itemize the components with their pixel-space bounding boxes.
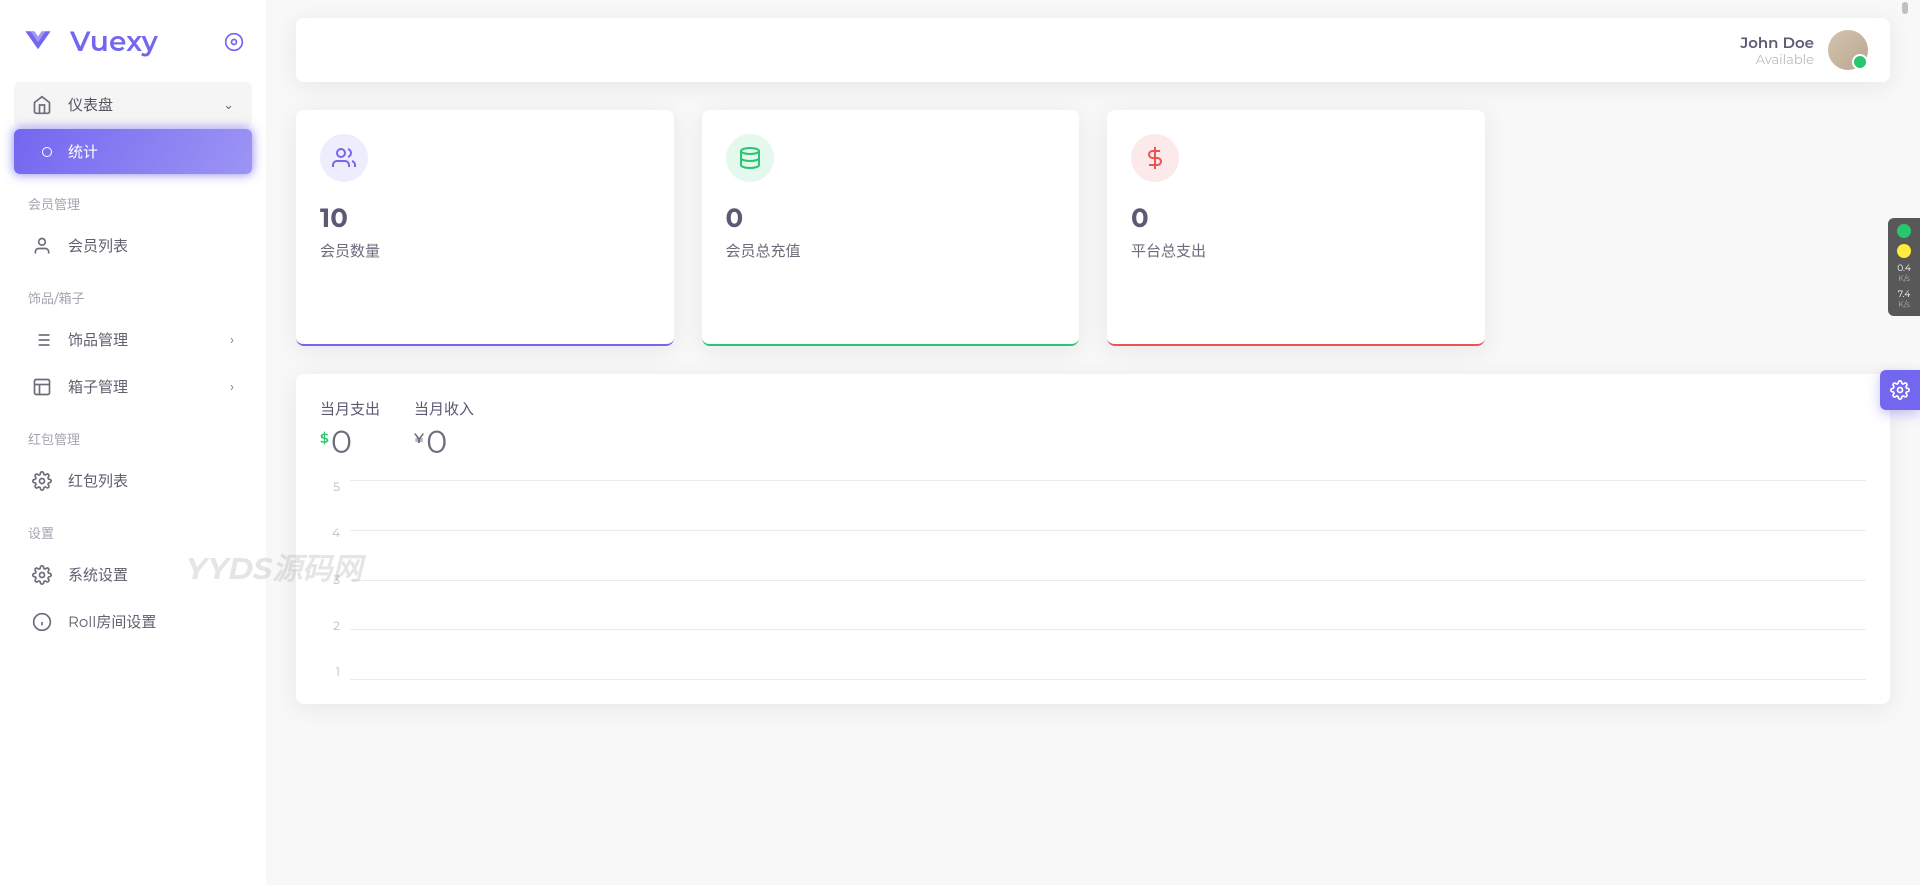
- circle-icon: [42, 147, 52, 157]
- chart-ytick: 5: [320, 480, 340, 495]
- sidebar-item-dashboard[interactable]: 仪表盘 ⌄: [14, 82, 252, 127]
- stat-label: 平台总支出: [1131, 240, 1461, 261]
- sidebar-item-system-settings[interactable]: 系统设置: [14, 552, 252, 597]
- stat-card-members: 10 会员数量: [296, 110, 674, 346]
- revenue-income-value: 0: [426, 423, 447, 462]
- currency-symbol: ¥: [414, 429, 424, 447]
- chart-ytick: 1: [320, 665, 340, 680]
- sidebar-item-roll-room[interactable]: Roll房间设置: [14, 599, 252, 644]
- sidebar-item-label: 会员列表: [68, 235, 128, 256]
- settings-fab-button[interactable]: [1880, 370, 1920, 410]
- info-icon: [32, 612, 52, 632]
- revenue-income-title: 当月收入: [414, 398, 474, 419]
- user-icon: [32, 236, 52, 256]
- chevron-right-icon: ›: [230, 379, 234, 395]
- stat-card-expense: 0 平台总支出: [1107, 110, 1485, 346]
- chart-ytick: 3: [320, 573, 340, 588]
- sidebar-item-decor-mgmt[interactable]: 饰品管理 ›: [14, 317, 252, 362]
- list-icon: [32, 330, 52, 350]
- page-scrollbar[interactable]: [1902, 0, 1908, 885]
- brand-header: Vuexy: [0, 16, 266, 80]
- sidebar-item-label: Roll房间设置: [68, 611, 156, 632]
- sidebar-item-label: 仪表盘: [68, 94, 113, 115]
- chevron-right-icon: ›: [230, 332, 234, 348]
- dollar-icon: [1131, 134, 1179, 182]
- database-icon: [726, 134, 774, 182]
- chart-ytick: 2: [320, 619, 340, 634]
- avatar: [1828, 30, 1868, 70]
- revenue-income-block: 当月收入 ¥0: [414, 398, 474, 462]
- main-content: John Doe Available 10 会员数量 0 会员总充值 0 平台总…: [266, 0, 1920, 885]
- chevron-down-icon: ⌄: [223, 97, 234, 113]
- sidebar-item-stats[interactable]: 统计: [14, 129, 252, 174]
- sidebar-item-label: 红包列表: [68, 470, 128, 491]
- sidebar-section-settings: 设置: [0, 505, 266, 550]
- revenue-card: 当月支出 $0 当月收入 ¥0 5 4 3 2 1: [296, 374, 1890, 704]
- revenue-expense-title: 当月支出: [320, 398, 380, 419]
- revenue-expense-value: 0: [331, 423, 352, 462]
- sidebar-item-redpacket-list[interactable]: 红包列表: [14, 458, 252, 503]
- revenue-chart: 5 4 3 2 1: [320, 480, 1866, 680]
- sidebar-section-member: 会员管理: [0, 176, 266, 221]
- stat-row: 10 会员数量 0 会员总充值 0 平台总支出: [296, 110, 1890, 346]
- sidebar-item-label: 饰品管理: [68, 329, 128, 350]
- sidebar-toggle-icon[interactable]: [222, 30, 246, 54]
- users-icon: [320, 134, 368, 182]
- sidebar-item-label: 系统设置: [68, 564, 128, 585]
- top-bar: John Doe Available: [296, 18, 1890, 82]
- sidebar-item-member-list[interactable]: 会员列表: [14, 223, 252, 268]
- user-name: John Doe: [1740, 33, 1814, 52]
- currency-symbol: $: [320, 429, 329, 447]
- sidebar-item-label: 箱子管理: [68, 376, 128, 397]
- stat-value: 10: [320, 202, 650, 234]
- user-status: Available: [1740, 52, 1814, 68]
- home-icon: [32, 95, 52, 115]
- stat-value: 0: [1131, 202, 1461, 234]
- brand-logo-icon: [20, 24, 56, 60]
- user-menu[interactable]: John Doe Available: [1740, 30, 1868, 70]
- gear-icon: [32, 565, 52, 585]
- chart-ytick: 4: [320, 526, 340, 541]
- sidebar-item-box-mgmt[interactable]: 箱子管理 ›: [14, 364, 252, 409]
- sidebar-section-redpacket: 红包管理: [0, 411, 266, 456]
- sidebar: Vuexy 仪表盘 ⌄ 统计 会员管理 会员列表 饰品/箱子 饰品管理 ›: [0, 0, 266, 885]
- gear-icon: [32, 471, 52, 491]
- sidebar-item-label: 统计: [68, 141, 98, 162]
- stat-value: 0: [726, 202, 1056, 234]
- stat-card-recharge: 0 会员总充值: [702, 110, 1080, 346]
- stat-label: 会员数量: [320, 240, 650, 261]
- brand-name: Vuexy: [70, 25, 158, 59]
- sidebar-section-decor: 饰品/箱子: [0, 270, 266, 315]
- revenue-expense-block: 当月支出 $0: [320, 398, 380, 462]
- layout-icon: [32, 377, 52, 397]
- stat-label: 会员总充值: [726, 240, 1056, 261]
